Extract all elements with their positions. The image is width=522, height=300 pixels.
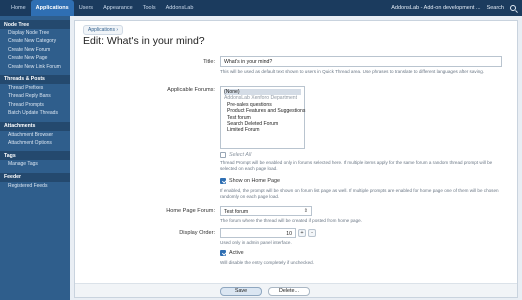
delete-button[interactable]: Delete... — [268, 286, 310, 296]
order-hint: Used only in admin panel interface. — [220, 240, 292, 245]
sidebar-group: Node Tree Display Node Tree Create New Cat… — [0, 20, 70, 71]
sidebar-item[interactable]: Registered Feeds — [0, 182, 70, 190]
forum-option[interactable]: Product Features and Suggestions — [224, 108, 305, 114]
edit-panel: Applications › Edit: What's in your mind… — [74, 20, 518, 298]
forum-option[interactable]: AddonsLab Xenforo Department — [224, 95, 301, 101]
active-label: Active — [229, 250, 244, 256]
forums-hint: Thread Prompt will be enabled only in fo… — [220, 160, 493, 171]
nav-tab-home[interactable]: Home — [6, 0, 31, 16]
sidebar: Node Tree Display Node Tree Create New Cat… — [0, 16, 70, 300]
order-input[interactable]: 10 — [220, 228, 296, 238]
select-all-row[interactable]: Select All — [220, 152, 251, 158]
increment-button[interactable]: + — [298, 229, 306, 237]
top-nav-bar: Home Applications Users Appearance Tools Addo… — [0, 0, 522, 16]
form-footer: Save Delete... — [75, 283, 517, 297]
sidebar-item[interactable]: Create New Link Forum — [0, 63, 70, 71]
sidebar-item[interactable]: Display Node Tree — [0, 29, 70, 37]
home-page-label: Show on Home Page — [229, 178, 280, 184]
sidebar-item[interactable]: Thread Reply Bans — [0, 92, 70, 100]
nav-tab-addonslab[interactable]: AddonsLab — [161, 0, 199, 16]
chevron-updown-icon: ⇕ — [303, 208, 308, 214]
sidebar-item[interactable]: Thread Prefixes — [0, 84, 70, 92]
sidebar-group-title[interactable]: Attachments — [0, 121, 70, 131]
title-label: Title: — [203, 59, 215, 65]
nav-tab-users[interactable]: Users — [74, 0, 98, 16]
home-forum-label: Home Page Forum: — [166, 208, 215, 214]
sidebar-group-title[interactable]: Threads & Posts — [0, 74, 70, 84]
decrement-button[interactable]: - — [308, 229, 316, 237]
home-page-hint: If enabled, the prompt will be shown on … — [220, 188, 499, 199]
sidebar-group: Feeder Registered Feeds — [0, 172, 70, 190]
active-checkbox[interactable] — [220, 250, 226, 256]
forum-option[interactable]: Limited Forum — [224, 127, 301, 133]
forums-listbox[interactable]: (None) AddonsLab Xenforo Department Pre-sa… — [220, 86, 305, 149]
home-forum-value: Test forum — [224, 208, 249, 215]
sidebar-item[interactable]: Create New Forum — [0, 46, 70, 54]
main-content: Applications › Edit: What's in your mind… — [70, 16, 522, 300]
sidebar-item[interactable]: Attachment Browser — [0, 131, 70, 139]
nav-tab-appearance[interactable]: Appearance — [98, 0, 138, 16]
select-all-label: Select All — [229, 152, 252, 158]
sidebar-group: Threads & Posts Thread Prefixes Thread Rep… — [0, 74, 70, 118]
breadcrumb[interactable]: Applications › — [83, 25, 124, 35]
nav-right: AddonsLab - Add-on development ... Searc… — [391, 0, 516, 16]
nav-tab-applications[interactable]: Applications — [30, 0, 74, 16]
home-page-checkbox[interactable] — [220, 178, 226, 184]
sidebar-item[interactable]: Thread Prompts — [0, 101, 70, 109]
title-hint: This will be used as default text shown … — [220, 69, 485, 74]
title-input[interactable]: What's in your mind? — [220, 56, 502, 67]
active-row[interactable]: Active — [220, 250, 244, 256]
search-icon[interactable] — [510, 5, 516, 11]
home-forum-hint: The forum where the thread will be creat… — [220, 218, 362, 223]
sidebar-group: Tags Manage Tags — [0, 151, 70, 168]
order-label: Display Order: — [179, 230, 215, 236]
home-forum-select[interactable]: Test forum ⇕ — [220, 206, 312, 216]
sidebar-group-title[interactable]: Tags — [0, 151, 70, 161]
nav-tab-tools[interactable]: Tools — [138, 0, 161, 16]
page-title: Edit: What's in your mind? — [83, 35, 205, 47]
search-link[interactable]: Search — [487, 5, 504, 11]
sidebar-item[interactable]: Manage Tags — [0, 160, 70, 168]
main-nav: Home Applications Users Appearance Tools Addo… — [0, 0, 198, 16]
sidebar-group-title[interactable]: Node Tree — [0, 20, 70, 29]
site-title-link[interactable]: AddonsLab - Add-on development ... — [391, 5, 480, 11]
home-page-row[interactable]: Show on Home Page — [220, 178, 280, 184]
active-hint: Will disable the entry completely if unc… — [220, 260, 314, 265]
select-all-checkbox[interactable] — [220, 152, 226, 158]
forums-label: Applicable Forums: — [167, 87, 215, 93]
sidebar-item[interactable]: Batch Update Threads — [0, 109, 70, 117]
save-button[interactable]: Save — [220, 286, 262, 296]
sidebar-group: Attachments Attachment Browser Attachment … — [0, 121, 70, 148]
sidebar-group-title[interactable]: Feeder — [0, 172, 70, 182]
sidebar-item[interactable]: Create New Category — [0, 37, 70, 45]
order-control: 10 + - — [220, 228, 316, 238]
sidebar-item[interactable]: Create New Page — [0, 54, 70, 62]
sidebar-item[interactable]: Attachment Options — [0, 139, 70, 147]
